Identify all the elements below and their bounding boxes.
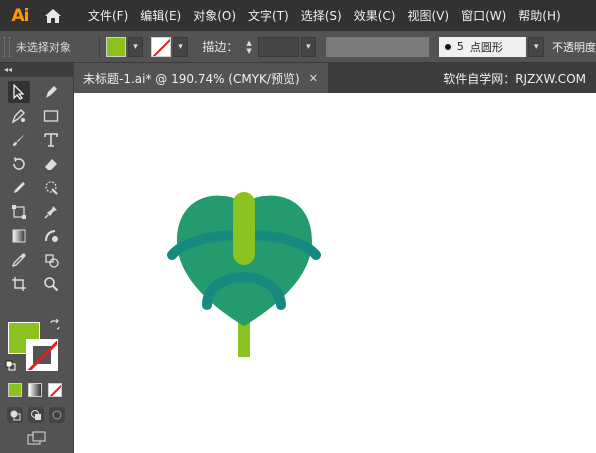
artboard-canvas[interactable] xyxy=(74,93,596,453)
draw-normal-icon[interactable] xyxy=(7,407,23,423)
default-colors-icon[interactable] xyxy=(4,359,18,373)
brush-shape: 点圆形 xyxy=(469,40,503,54)
selection-tool-icon[interactable] xyxy=(8,81,30,103)
curvature-tool-icon[interactable] xyxy=(8,105,30,127)
menu-help[interactable]: 帮助(H) xyxy=(512,7,566,24)
menu-window[interactable]: 窗口(W) xyxy=(455,7,512,24)
menu-file[interactable]: 文件(F) xyxy=(82,7,134,24)
menu-bar: Ai 文件(F) 编辑(E) 对象(O) 文字(T) 选择(S) 效果(C) 视… xyxy=(0,0,596,31)
menu-effect[interactable]: 效果(C) xyxy=(348,7,402,24)
shape-builder-tool-icon[interactable] xyxy=(40,225,62,247)
leaf-midrib[interactable] xyxy=(233,192,255,265)
stroke-dropdown[interactable]: ▾ xyxy=(172,36,189,57)
leaf-artwork[interactable] xyxy=(74,93,596,453)
control-bar: 未选择对象 ▾ ▾ 描边： ▲ ▼ ▾ 5 点圆形 ▾ 不透明度 xyxy=(0,31,596,63)
menu-view[interactable]: 视图(V) xyxy=(401,7,455,24)
gradient-tool-icon[interactable] xyxy=(8,225,30,247)
variable-width-profile[interactable] xyxy=(326,36,429,57)
type-tool-icon[interactable] xyxy=(40,129,62,151)
document-tab-title: 未标题-1.ai* @ 190.74% (CMYK/预览) xyxy=(83,71,300,86)
app-logo: Ai xyxy=(11,5,30,26)
zoom-tool-icon[interactable] xyxy=(40,273,62,295)
selection-status: 未选择对象 xyxy=(15,40,71,54)
stroke-inner xyxy=(33,346,51,364)
chevron-down-icon: ▾ xyxy=(178,41,183,52)
none-mode-button[interactable] xyxy=(48,383,62,397)
divider xyxy=(99,35,101,58)
color-mode-button[interactable] xyxy=(8,383,22,397)
rotate-tool-icon[interactable] xyxy=(8,153,30,175)
screen-mode-icon[interactable] xyxy=(25,429,49,447)
pen-tool-icon[interactable] xyxy=(40,81,62,103)
swap-colors-icon[interactable] xyxy=(48,318,62,332)
close-icon[interactable]: ✕ xyxy=(309,72,318,85)
gradient-mode-button[interactable] xyxy=(28,383,42,397)
stroke-weight-dropdown[interactable]: ▾ xyxy=(300,36,317,57)
draw-inside-icon[interactable] xyxy=(49,407,65,423)
stroke-weight-input[interactable] xyxy=(257,36,299,57)
stroke-label: 描边： xyxy=(202,40,239,54)
brush-definition-select[interactable]: 5 点圆形 xyxy=(438,36,527,57)
opacity-label[interactable]: 不透明度 xyxy=(552,39,596,55)
menu-type[interactable]: 文字(T) xyxy=(242,7,295,24)
menu-object[interactable]: 对象(O) xyxy=(187,7,242,24)
pencil-tool-icon[interactable] xyxy=(8,177,30,199)
tools-panel xyxy=(0,77,74,453)
chevron-down-icon: ▾ xyxy=(533,41,539,52)
warp-tool-icon[interactable] xyxy=(40,177,62,199)
home-icon[interactable] xyxy=(40,0,66,31)
document-tab-bar: 未标题-1.ai* @ 190.74% (CMYK/预览) ✕ 软件自学网：RJ… xyxy=(74,63,596,93)
artboard-tool-icon[interactable] xyxy=(8,273,30,295)
menu-select[interactable]: 选择(S) xyxy=(295,7,348,24)
rectangle-tool-icon[interactable] xyxy=(40,105,62,127)
draw-behind-icon[interactable] xyxy=(28,407,44,423)
brush-dropdown[interactable]: ▾ xyxy=(528,36,544,57)
watermark-text: 软件自学网：RJZXW.COM xyxy=(443,71,586,86)
toolpanel-collapse[interactable]: ◂◂ xyxy=(0,63,74,77)
chevron-down-icon: ▾ xyxy=(306,41,311,52)
panel-grip[interactable] xyxy=(4,36,10,57)
fill-color-swatch[interactable] xyxy=(106,36,126,57)
fill-dropdown[interactable]: ▾ xyxy=(127,36,144,57)
symbol-sprayer-tool-icon[interactable] xyxy=(40,249,62,271)
menu-edit[interactable]: 编辑(E) xyxy=(134,7,187,24)
puppet-warp-tool-icon[interactable] xyxy=(40,201,62,223)
stroke-color-box[interactable] xyxy=(26,339,58,371)
brush-dot-icon xyxy=(444,43,451,50)
eraser-tool-icon[interactable] xyxy=(40,153,62,175)
stroke-weight-stepper[interactable]: ▲ ▼ xyxy=(242,37,256,57)
brush-size: 5 xyxy=(456,40,464,53)
paintbrush-tool-icon[interactable] xyxy=(8,129,30,151)
menu-items: 文件(F) 编辑(E) 对象(O) 文字(T) 选择(S) 效果(C) 视图(V… xyxy=(82,7,567,24)
stroke-color-swatch[interactable] xyxy=(151,36,171,57)
chevron-down-icon: ▾ xyxy=(133,41,138,52)
eyedropper-tool-icon[interactable] xyxy=(8,249,30,271)
free-transform-tool-icon[interactable] xyxy=(8,201,30,223)
document-tab[interactable]: 未标题-1.ai* @ 190.74% (CMYK/预览) ✕ xyxy=(74,63,328,93)
